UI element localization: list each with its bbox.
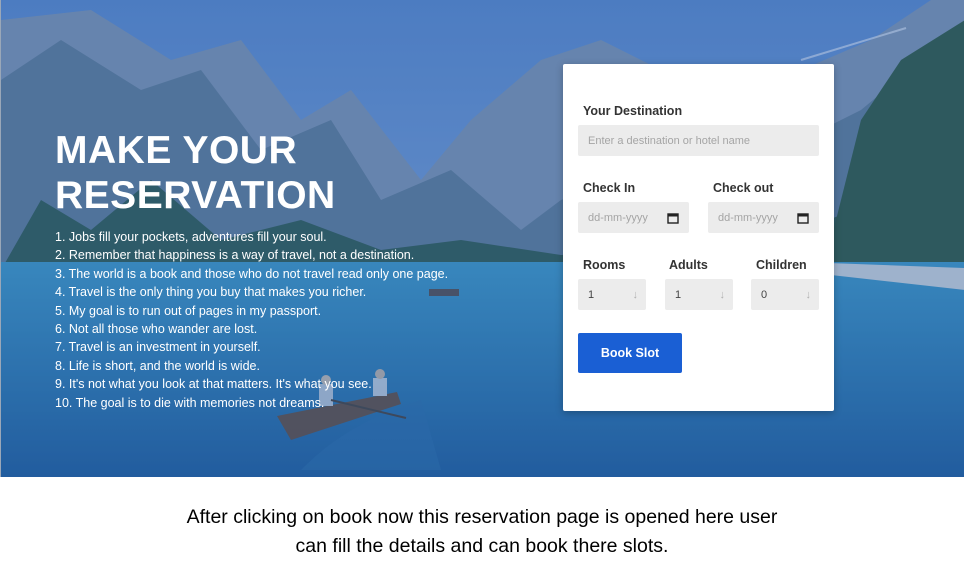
checkin-label: Check In <box>583 181 636 195</box>
reservation-form-card: Your Destination Enter a destination or … <box>563 64 834 411</box>
quote-item: 1. Jobs fill your pockets, adventures fi… <box>55 230 327 244</box>
rooms-select[interactable]: 1 ↓ <box>578 279 646 310</box>
checkout-date-input[interactable]: dd-mm-yyyy <box>708 202 819 233</box>
calendar-icon[interactable] <box>667 212 679 224</box>
children-value: 0 <box>761 288 768 301</box>
title-line-2: RESERVATION <box>55 174 336 217</box>
destination-placeholder: Enter a destination or hotel name <box>588 134 751 147</box>
quote-item: 10. The goal is to die with memories not… <box>55 395 325 410</box>
checkin-date-input[interactable]: dd-mm-yyyy <box>578 202 689 233</box>
quote-item: 6. Not all those who wander are lost. <box>55 322 258 337</box>
arrow-down-icon: ↓ <box>805 288 812 301</box>
quote-item: 8. Life is short, and the world is wide. <box>55 358 260 373</box>
checkout-label: Check out <box>713 181 774 195</box>
travel-quotes-list: 1. Jobs fill your pockets, adventures fi… <box>55 228 448 412</box>
title-line-1: MAKE YOUR <box>55 129 298 172</box>
adults-select[interactable]: 1 ↓ <box>665 279 733 310</box>
adults-label: Adults <box>669 258 708 272</box>
caption-line-1: After clicking on book now this reservat… <box>186 506 778 528</box>
destination-label: Your Destination <box>583 104 683 118</box>
quote-item: 7. Travel is an investment in yourself. <box>55 340 261 355</box>
screenshot-caption: After clicking on book now this reservat… <box>0 503 964 561</box>
quote-item: 4. Travel is the only thing you buy that… <box>55 285 367 300</box>
quote-item: 2. Remember that happiness is a way of t… <box>55 248 415 263</box>
arrow-down-icon: ↓ <box>719 288 726 301</box>
quote-item: 5. My goal is to run out of pages in my … <box>55 303 322 318</box>
destination-input[interactable]: Enter a destination or hotel name <box>578 125 819 156</box>
caption-line-2: can fill the details and can book there … <box>295 535 669 557</box>
rooms-label: Rooms <box>583 258 626 272</box>
hero-section: MAKE YOUR RESERVATION 1. Jobs fill your … <box>0 0 964 477</box>
quote-item: 3. The world is a book and those who do … <box>55 266 449 281</box>
quote-item: 9. It's not what you look at that matter… <box>55 377 372 392</box>
children-select[interactable]: 0 ↓ <box>751 279 819 310</box>
arrow-down-icon: ↓ <box>632 288 639 301</box>
checkin-date-placeholder: dd-mm-yyyy <box>588 211 648 224</box>
book-slot-button[interactable]: Book Slot <box>578 333 682 373</box>
checkout-date-placeholder: dd-mm-yyyy <box>718 211 778 224</box>
calendar-icon[interactable] <box>797 212 809 224</box>
children-label: Children <box>756 258 807 272</box>
page-title: MAKE YOUR RESERVATION <box>55 128 336 218</box>
rooms-value: 1 <box>588 288 595 301</box>
adults-value: 1 <box>675 288 682 301</box>
